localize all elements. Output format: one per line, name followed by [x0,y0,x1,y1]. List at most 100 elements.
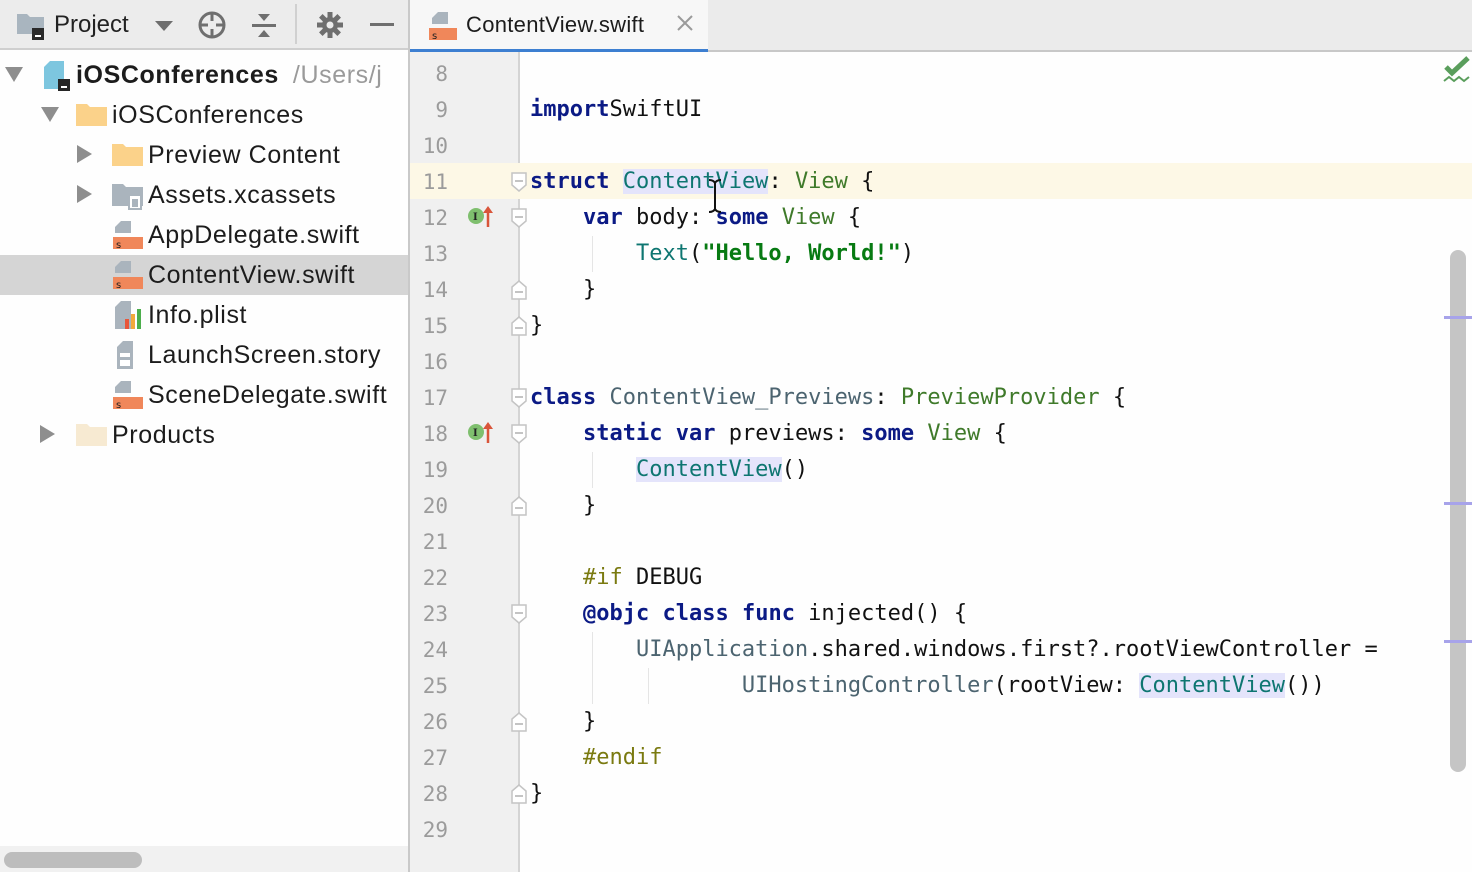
scroll-usage-marker[interactable] [1444,502,1472,505]
line-number: 14 [422,278,448,302]
assets-folder-icon [112,184,143,210]
close-icon[interactable] [674,12,696,34]
code-token: struct [530,169,610,194]
code-line[interactable]: #if DEBUG [530,560,702,596]
fold-end-icon[interactable] [511,496,527,516]
code-token: { [834,205,862,230]
code-token: { [1099,385,1127,410]
code-line[interactable]: UIHostingController(rootView: ContentVie… [530,668,1325,704]
code-line[interactable]: } [530,704,596,740]
implements-up-arrow-icon[interactable]: I [467,204,493,228]
code-line[interactable]: class ContentView_Previews: PreviewProvi… [530,380,1126,416]
tree-item-folder[interactable]: Assets.xcassets [0,175,409,215]
tree-item-label: iOSConferences [112,101,304,129]
folder-icon [76,104,107,126]
line-number: 28 [422,782,448,806]
tree-item-folder[interactable]: iOSConferences [0,95,409,135]
fold-collapse-icon[interactable] [511,208,527,228]
code-token: "Hello, World!" [702,241,901,266]
code-line[interactable]: @objc class func injected() { [530,596,967,632]
line-number: 29 [422,818,448,842]
code-line[interactable]: } [530,308,543,344]
hide-minus-icon[interactable] [366,9,398,41]
svg-text:s: s [116,240,121,251]
code-token: @objc [582,601,650,626]
expand-arrow-icon[interactable] [5,67,23,82]
code-token: { [847,169,875,194]
code-line[interactable]: } [530,776,543,812]
collapse-arrow-icon[interactable] [40,425,55,443]
horizontal-scrollbar-thumb[interactable] [4,852,142,868]
line-number: 20 [422,494,448,518]
code-line[interactable]: var body: some View { [530,200,861,236]
plist-file-icon [115,301,141,329]
collapse-arrow-icon[interactable] [77,145,92,163]
code-token: } [530,781,544,806]
toolbar-separator [295,4,297,44]
code-line[interactable]: } [530,272,596,308]
tree-item-file[interactable]: Info.plist [0,295,409,335]
svg-text:I: I [473,428,478,439]
line-number: 12 [422,206,448,230]
code-line[interactable]: ContentView() [530,452,808,488]
inspection-ok-checkmark-icon[interactable] [1443,56,1471,84]
tree-item-file[interactable]: LaunchScreen.story [0,335,409,375]
fold-collapse-icon[interactable] [511,388,527,408]
scroll-usage-marker[interactable] [1444,640,1472,643]
code-line[interactable]: struct ContentView: View { [530,164,874,200]
fold-collapse-icon[interactable] [511,424,527,444]
locate-target-icon[interactable] [196,9,228,41]
fold-end-icon[interactable] [511,712,527,732]
tree-item-file[interactable]: s SceneDelegate.swift [0,375,409,415]
tree-item-file[interactable]: s AppDelegate.swift [0,215,409,255]
tree-item-project-root[interactable]: iOSConferences/Users/j [0,55,409,95]
code-line[interactable]: } [530,488,596,524]
dropdown-caret-icon[interactable] [155,21,173,31]
code-token: } [530,709,597,734]
implements-up-arrow-icon[interactable]: I [467,420,493,444]
collapse-all-icon[interactable] [248,9,280,41]
code-line[interactable]: importSwiftUI [530,92,702,128]
code-line[interactable]: #endif [530,740,662,776]
swift-file-icon: s [113,221,143,251]
tree-item-label: Preview Content [148,141,341,169]
horizontal-scrollbar[interactable] [0,846,409,872]
gear-icon[interactable] [314,9,346,41]
tree-item-folder[interactable]: Products [0,415,409,455]
project-toolbar: Project [0,0,409,50]
indent-guide [592,452,593,488]
svg-text:s: s [116,280,121,291]
fold-end-icon[interactable] [511,316,527,336]
tree-item-label: LaunchScreen.story [148,341,382,369]
scroll-usage-marker[interactable] [1444,316,1472,319]
code-line[interactable]: Text("Hello, World!") [530,236,914,272]
code-token: func [741,601,795,626]
code-token: ContentView [622,169,769,194]
tab-contentview-swift[interactable]: s ContentView.swift [410,0,708,54]
code-token: : [768,169,795,194]
code-token: body: [622,205,716,230]
project-view-selector[interactable]: Project [54,11,129,39]
code-token: } [530,493,597,518]
line-number: 18 [422,422,448,446]
project-name: iOSConferences [76,61,279,89]
collapse-arrow-icon[interactable] [77,185,92,203]
tree-item-file-selected[interactable]: s ContentView.swift [0,255,409,295]
fold-end-icon[interactable] [511,784,527,804]
tree-item-folder[interactable]: Preview Content [0,135,409,175]
code-line[interactable]: UIApplication.shared.windows.first?.root… [530,632,1378,668]
fold-collapse-icon[interactable] [511,604,527,624]
code-token: UIHostingController [741,673,994,698]
fold-collapse-icon[interactable] [511,172,527,192]
fold-end-icon[interactable] [511,280,527,300]
code-token: : [874,385,901,410]
code-line[interactable]: static var previews: some View { [530,416,1007,452]
project-folder-icon [17,14,44,40]
code-token: ( [688,241,703,266]
line-number: 19 [422,458,448,482]
vertical-scrollbar-thumb[interactable] [1450,250,1466,772]
expand-arrow-icon[interactable] [41,107,59,122]
